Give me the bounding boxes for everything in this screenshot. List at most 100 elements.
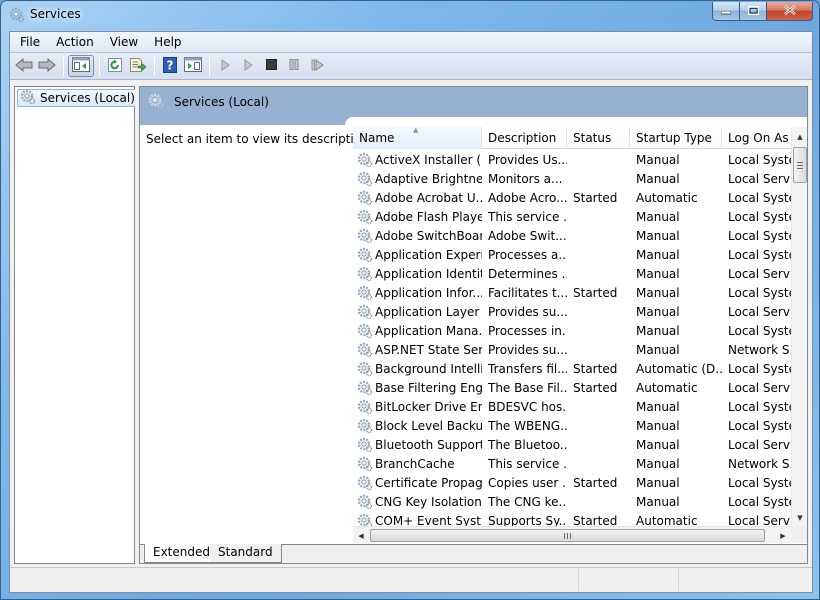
table-row[interactable]: Base Filtering Engi... The Base Fil... Sta… (353, 378, 791, 397)
scroll-up-button[interactable]: ▲ (792, 129, 807, 145)
tab-standard[interactable]: Standard (210, 544, 282, 563)
show-hide-action-pane-button[interactable] (182, 55, 204, 77)
scroll-down-button[interactable]: ▼ (792, 510, 807, 526)
sort-ascending-icon: ▲ (413, 127, 419, 134)
menu-file[interactable]: File (12, 32, 48, 52)
cell-log-on-as: Local Servic (728, 437, 791, 452)
toolbar-separator (99, 56, 100, 76)
column-header-label: Log On As (728, 131, 789, 145)
tab-label: Standard (218, 545, 273, 559)
cell-name: Application Mana... (353, 323, 482, 339)
table-row[interactable]: Application Identity Determines ... Manual… (353, 264, 791, 283)
header-corner (345, 117, 807, 127)
column-header-status[interactable]: Status (567, 127, 630, 149)
table-row[interactable]: Application Layer ... Provides su... Manua… (353, 302, 791, 321)
back-button[interactable] (13, 55, 35, 77)
cell-name: Adobe Acrobat U... (353, 190, 482, 206)
horizontal-scroll-thumb[interactable] (370, 529, 765, 542)
table-row[interactable]: Application Infor... Facilitates t... Star… (353, 283, 791, 302)
start-service-alt-button[interactable] (237, 55, 259, 77)
table-row[interactable]: Adaptive Brightness Monitors a... Manual Lo… (353, 169, 791, 188)
scroll-right-button[interactable]: ▶ (775, 527, 791, 544)
export-list-button[interactable] (127, 55, 149, 77)
menu-action[interactable]: Action (48, 32, 102, 52)
service-name: Bluetooth Support... (375, 437, 482, 452)
pause-service-button[interactable] (283, 55, 305, 77)
toolbar-separator (63, 56, 64, 76)
table-row[interactable]: Application Experi... Processes a... Manua… (353, 245, 791, 264)
table-row[interactable]: ActiveX Installer (... Provides Us... Manu… (353, 150, 791, 169)
maximize-button[interactable] (740, 2, 767, 21)
cell-name: Certificate Propag... (353, 475, 482, 491)
cell-description: Determines ... (488, 266, 567, 281)
help-icon: ? (163, 56, 177, 76)
console-tree: Services (Local) (14, 86, 139, 564)
restart-service-button[interactable] (306, 55, 328, 77)
cell-log-on-as: Local Servic (728, 304, 791, 319)
play-outline-icon (243, 58, 253, 74)
tree-item-services-local[interactable]: Services (Local) (17, 89, 139, 107)
scrollbar-corner (791, 526, 807, 543)
table-row[interactable]: Adobe Flash Playe... This service ... Manu… (353, 207, 791, 226)
table-row[interactable]: Adobe Acrobat U... Adobe Acro... Started Au… (353, 188, 791, 207)
menu-help[interactable]: Help (146, 32, 189, 52)
service-name: Adaptive Brightness (375, 171, 482, 186)
service-name: Application Identity (375, 266, 482, 281)
toolbar-separator (154, 56, 155, 76)
service-gear-icon (357, 247, 373, 263)
minimize-icon (720, 4, 732, 18)
services-window: Services File Action View Help ? Service… (0, 0, 820, 600)
table-row[interactable]: BitLocker Drive En... BDESVC hos... Manual… (353, 397, 791, 416)
service-name: Application Infor... (375, 285, 482, 300)
table-row[interactable]: BranchCache This service ... Manual Network… (353, 454, 791, 473)
cell-log-on-as: Network S... (728, 456, 791, 471)
vertical-scrollbar[interactable]: ▲ ▼ (791, 127, 807, 526)
status-segment-middle (579, 568, 679, 591)
close-button[interactable] (767, 2, 813, 21)
scroll-left-button[interactable]: ◀ (353, 527, 369, 544)
column-header-description[interactable]: Description (482, 127, 567, 149)
table-row[interactable]: Certificate Propag... Copies user ... Star… (353, 473, 791, 492)
cell-name: Adaptive Brightness (353, 171, 482, 187)
forward-button[interactable] (36, 55, 58, 77)
menu-view[interactable]: View (102, 32, 146, 52)
column-header-log-on-as[interactable]: Log On As (722, 127, 791, 149)
cell-status: Started (573, 475, 618, 490)
cell-log-on-as: Local Servic (728, 266, 791, 281)
service-gear-icon (357, 342, 373, 358)
services-gear-icon (148, 93, 164, 112)
list-header: ▲ Name Description Status Startup Type L… (353, 127, 791, 149)
table-row[interactable]: ASP.NET State Ser... Provides su... Manual… (353, 340, 791, 359)
tab-extended[interactable]: Extended (144, 544, 218, 563)
table-row[interactable]: Application Mana... Processes in... Manual… (353, 321, 791, 340)
table-row[interactable]: CNG Key Isolation The CNG ke... Manual Loca… (353, 492, 791, 511)
main-header: Services (Local) (140, 87, 807, 117)
cell-startup-type: Manual (636, 266, 680, 281)
horizontal-scrollbar[interactable]: ◀ ▶ (353, 526, 791, 543)
refresh-button[interactable] (104, 55, 126, 77)
start-service-button[interactable] (214, 55, 236, 77)
cell-log-on-as: Local Syste... (728, 228, 791, 243)
tab-label: Extended (153, 545, 210, 559)
column-header-label: Description (488, 131, 557, 145)
column-header-startup-type[interactable]: Startup Type (630, 127, 722, 149)
table-row[interactable]: Block Level Backu... The WBENG... Manual Lo… (353, 416, 791, 435)
table-row[interactable]: Bluetooth Support... The Bluetoo... Manual… (353, 435, 791, 454)
cell-status: Started (573, 190, 618, 205)
service-name: COM+ Event Syst... (375, 513, 482, 527)
help-button[interactable]: ? (159, 55, 181, 77)
cell-startup-type: Manual (636, 437, 680, 452)
service-gear-icon (357, 152, 373, 168)
column-header-name[interactable]: ▲ Name (353, 127, 482, 149)
show-hide-console-tree-button[interactable] (68, 55, 94, 77)
cell-startup-type: Manual (636, 228, 680, 243)
title-bar[interactable]: Services (1, 1, 820, 31)
table-row[interactable]: Adobe SwitchBoard Adobe Swit... Manual Loca… (353, 226, 791, 245)
service-name: CNG Key Isolation (375, 494, 482, 509)
stop-service-button[interactable] (260, 55, 282, 77)
vertical-scroll-thumb[interactable] (793, 147, 807, 183)
minimize-button[interactable] (712, 2, 740, 21)
table-row[interactable]: Background Intelli... Transfers fil... Sta… (353, 359, 791, 378)
main-header-title: Services (Local) (174, 95, 269, 109)
table-row[interactable]: COM+ Event Syst... Supports Sy... Started A… (353, 511, 791, 526)
